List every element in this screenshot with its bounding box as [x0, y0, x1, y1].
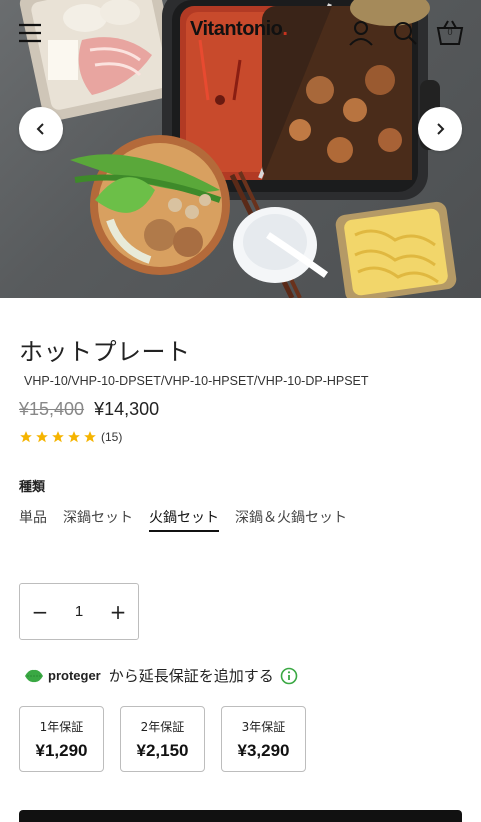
quantity-stepper: − 1 +: [19, 583, 139, 640]
gallery-next-button[interactable]: [418, 107, 462, 151]
star-icon: [52, 431, 64, 443]
chevron-left-icon: [36, 123, 44, 135]
plan-term: 1年保証: [39, 719, 84, 734]
quantity-increase-button[interactable]: +: [98, 584, 138, 639]
quantity-input[interactable]: 1: [60, 603, 98, 620]
sale-price: ¥14,300: [94, 399, 160, 419]
warranty-plan-3yr[interactable]: 3年保証 ¥3,290: [221, 706, 306, 772]
variant-option-deep-pot-set[interactable]: 深鍋セット: [63, 507, 133, 532]
compare-price: ¥15,400: [19, 399, 85, 419]
warranty-description: から延長保証を追加する: [108, 667, 274, 685]
review-count[interactable]: (15): [101, 430, 122, 444]
info-icon[interactable]: [280, 667, 298, 685]
variant-option-both-set[interactable]: 深鍋＆火鍋セット: [235, 507, 347, 532]
plan-price: ¥1,290: [35, 740, 88, 760]
chevron-right-icon: [437, 123, 445, 135]
gallery-prev-button[interactable]: [19, 107, 63, 151]
variant-options: 単品 深鍋セット 火鍋セット 深鍋＆火鍋セット: [19, 507, 347, 532]
star-icon: [84, 431, 96, 443]
plan-price: ¥2,150: [136, 740, 189, 760]
product-title: ホットプレート: [19, 338, 191, 366]
plan-term: 2年保証: [140, 719, 185, 734]
cart-count: 0: [447, 27, 453, 37]
product-sku: VHP-10/VHP-10-DPSET/VHP-10-HPSET/VHP-10-…: [24, 374, 369, 388]
star-icon: [36, 431, 48, 443]
add-to-cart-button[interactable]: [19, 810, 462, 822]
brand-logo[interactable]: Vitantonio.: [190, 18, 288, 41]
product-image-gallery[interactable]: Vitantonio. 0: [0, 0, 481, 298]
proteger-logo: proteger: [24, 668, 101, 683]
account-icon[interactable]: [344, 16, 378, 50]
proteger-text: proteger: [48, 668, 101, 683]
site-header: Vitantonio. 0: [0, 0, 481, 64]
variant-label: 種類: [19, 480, 46, 495]
product-rating[interactable]: (15): [19, 430, 122, 444]
warranty-header: proteger から延長保証を追加する: [24, 665, 298, 686]
warranty-plan-1yr[interactable]: 1年保証 ¥1,290: [19, 706, 104, 772]
warranty-plan-2yr[interactable]: 2年保証 ¥2,150: [120, 706, 205, 772]
price-block: ¥15,400 ¥14,300: [19, 399, 159, 420]
search-icon[interactable]: [388, 16, 422, 50]
quantity-decrease-button[interactable]: −: [20, 584, 60, 639]
star-icon: [20, 431, 32, 443]
proteger-shield-icon: [25, 669, 43, 682]
warranty-plans: 1年保証 ¥1,290 2年保証 ¥2,150 3年保証 ¥3,290: [19, 706, 306, 772]
variant-option-hot-pot-set[interactable]: 火鍋セット: [149, 507, 219, 532]
variant-option-single[interactable]: 単品: [19, 507, 47, 532]
plan-term: 3年保証: [241, 719, 286, 734]
cart-icon[interactable]: 0: [432, 14, 468, 50]
star-icon: [68, 431, 80, 443]
menu-icon[interactable]: [14, 18, 46, 48]
plan-price: ¥3,290: [237, 740, 290, 760]
